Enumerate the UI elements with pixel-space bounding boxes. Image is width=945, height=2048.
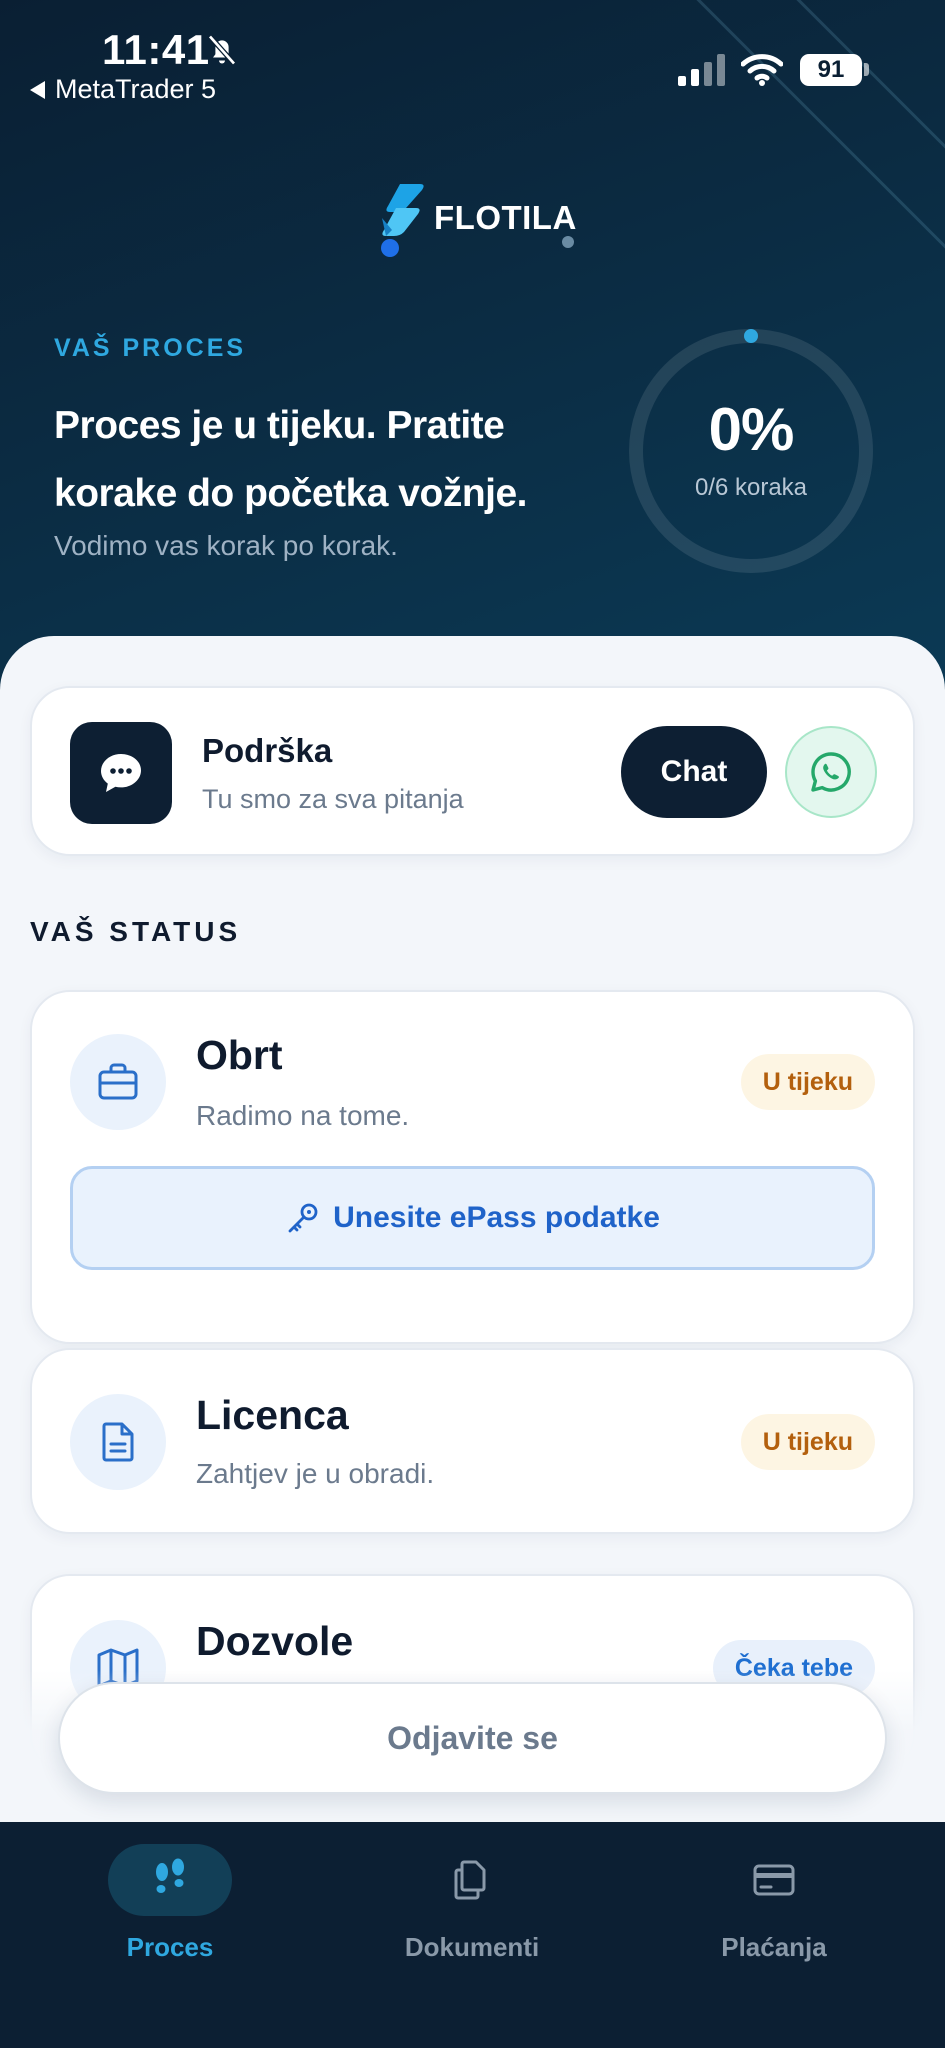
- tab-icon-highlight: [108, 1844, 232, 1916]
- back-arrow-icon: [30, 80, 45, 99]
- process-subtitle: Vodimo vas korak po korak.: [54, 530, 398, 561]
- key-icon: [288, 1203, 318, 1233]
- chat-bubble-icon: [101, 754, 141, 792]
- bottom-tab-bar: Proces Dokumenti Plaćanja: [0, 1822, 945, 2048]
- status-item-title: Dozvole: [196, 1618, 354, 1664]
- briefcase-icon: [98, 1063, 138, 1100]
- status-item-subtitle: Zahtjev je u obradi.: [196, 1458, 435, 1489]
- chat-button[interactable]: Chat: [621, 726, 767, 818]
- battery-indicator: 91: [800, 54, 862, 86]
- system-status-bar: 11:41 MetaTrader 5 91: [0, 0, 945, 110]
- status-card-licenca[interactable]: Licenca Zahtjev je u obradi. U tijeku: [30, 1348, 915, 1534]
- status-item-title: Licenca: [196, 1392, 349, 1438]
- process-label: VAŠ PROCES: [54, 334, 247, 362]
- support-icon-box: [70, 722, 172, 824]
- epass-button-label: Unesite ePass podatke: [333, 1201, 660, 1234]
- tab-label: Proces: [126, 1932, 214, 1962]
- status-badge: U tijeku: [740, 1054, 875, 1110]
- status-item-title: Obrt: [196, 1032, 283, 1078]
- status-time: 11:41: [102, 26, 210, 73]
- content-sheet: Podrška Tu smo za sva pitanja Chat VAŠ S…: [0, 636, 945, 1822]
- battery-nub: [864, 63, 869, 76]
- tab-label: Plaćanja: [721, 1932, 827, 1962]
- credit-card-icon: [753, 1864, 795, 1896]
- enter-epass-button[interactable]: Unesite ePass podatke: [70, 1166, 875, 1270]
- brand-name: FLOTILA: [434, 199, 577, 236]
- tab-placanja[interactable]: Plaćanja: [654, 1844, 894, 1974]
- whatsapp-button[interactable]: [785, 726, 877, 818]
- support-subtitle: Tu smo za sva pitanja: [202, 784, 464, 814]
- progress-steps: 0/6 koraka: [694, 474, 808, 501]
- footsteps-icon: [156, 1858, 184, 1893]
- whatsapp-icon: [811, 752, 851, 792]
- brand-logo: FLOTILA: [376, 178, 577, 258]
- status-card-obrt[interactable]: Obrt Radimo na tome. U tijeku Unesite eP…: [30, 990, 915, 1344]
- item-icon-circle: [70, 1394, 166, 1490]
- item-icon-circle: [70, 1034, 166, 1130]
- support-title: Podrška: [202, 732, 333, 769]
- tab-label: Dokumenti: [404, 1932, 540, 1962]
- bell-off-icon: [208, 34, 236, 66]
- status-heading: VAŠ STATUS: [30, 916, 242, 947]
- hero-section: 11:41 MetaTrader 5 91 FLOTILA VAŠ PROCES…: [0, 0, 945, 700]
- back-app-label: MetaTrader 5: [55, 74, 217, 104]
- back-to-app-link[interactable]: MetaTrader 5: [30, 74, 216, 105]
- wifi-icon: [741, 54, 783, 86]
- status-badge: U tijeku: [740, 1414, 875, 1470]
- status-item-subtitle: Radimo na tome.: [196, 1100, 410, 1131]
- carousel-dot: [562, 236, 574, 248]
- tab-icon-wrap: [712, 1844, 836, 1916]
- document-icon: [102, 1422, 134, 1462]
- flotila-logo-icon: [381, 184, 424, 257]
- documents-icon: [454, 1860, 486, 1900]
- process-title: Proces je u tijeku. Pratite korake do po…: [54, 404, 528, 515]
- logout-button[interactable]: Odjavite se: [58, 1682, 887, 1794]
- tab-proces[interactable]: Proces: [50, 1844, 290, 1974]
- tab-dokumenti[interactable]: Dokumenti: [352, 1844, 592, 1974]
- progress-percent: 0%: [708, 396, 795, 463]
- tab-icon-wrap: [410, 1844, 534, 1916]
- cellular-signal-icon: [678, 54, 725, 86]
- support-card: Podrška Tu smo za sva pitanja Chat: [30, 686, 915, 856]
